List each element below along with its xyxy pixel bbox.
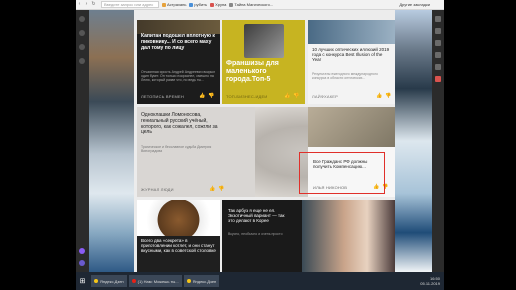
card-image bbox=[302, 200, 395, 272]
highlight-box bbox=[299, 152, 385, 194]
pen-icon[interactable] bbox=[435, 16, 441, 22]
bookmark-2[interactable]: рубить bbox=[189, 2, 207, 7]
like-icon[interactable]: 👍 bbox=[376, 94, 382, 99]
dislike-icon[interactable]: 👎 bbox=[208, 94, 214, 99]
card-image bbox=[137, 200, 220, 236]
task-button[interactable]: Яндекс.Дзен bbox=[91, 275, 127, 287]
marker-icon[interactable] bbox=[435, 40, 441, 46]
feed-card[interactable]: Всего два «секрета» в приготовлении котл… bbox=[137, 200, 220, 272]
card-image bbox=[137, 20, 220, 34]
address-bar[interactable]: Введите запрос или адрес bbox=[101, 1, 159, 8]
pen-icon[interactable] bbox=[435, 28, 441, 34]
system-clock[interactable]: 16:50 05.11.2019 bbox=[420, 276, 440, 286]
browser-toolbar: ‹ › ↻ Введите запрос или адрес Астрахань… bbox=[76, 0, 444, 10]
download-icon[interactable] bbox=[79, 58, 85, 64]
like-icon[interactable]: 👍 bbox=[199, 94, 205, 99]
record-icon[interactable] bbox=[435, 76, 441, 82]
card-title: Так арбуз я еще не ел. Экзотичный вариан… bbox=[228, 208, 285, 224]
wallpaper-right bbox=[395, 10, 432, 272]
folder-icon bbox=[229, 2, 234, 7]
card-source: ЛАЙФХАКЕР bbox=[312, 94, 339, 99]
bookmark-icon bbox=[162, 2, 166, 7]
dislike-icon[interactable]: 👎 bbox=[218, 187, 224, 192]
feed-card[interactable]: 10 лучших оптических иллюзий 2019 года с… bbox=[308, 20, 395, 104]
bookmark-4[interactable]: Тайна Магического... bbox=[229, 2, 273, 7]
dislike-icon[interactable]: 👎 bbox=[385, 94, 391, 99]
bookmark-icon bbox=[210, 2, 215, 7]
card-description: Отчаянная ярость Андрей Андреевич вскрыл… bbox=[141, 70, 216, 83]
shape-icon[interactable] bbox=[435, 64, 441, 70]
back-icon[interactable]: ‹ bbox=[76, 1, 83, 8]
forward-icon[interactable]: › bbox=[83, 1, 90, 8]
card-title: Франшизы для маленького города.Топ-5 bbox=[226, 60, 279, 84]
feed-card[interactable]: Капитан подошел вплотную к пиковнику... … bbox=[137, 20, 220, 104]
youtube-icon bbox=[131, 279, 136, 283]
bookmark-icon[interactable] bbox=[79, 30, 85, 36]
home-icon[interactable] bbox=[79, 16, 85, 22]
other-bookmarks[interactable]: Другие закладки bbox=[399, 2, 430, 7]
feed-card[interactable]: Так арбуз я еще не ел. Экзотичный вариан… bbox=[222, 200, 395, 272]
card-source: ТОП-БИЗНЕС-ИДЕИ bbox=[226, 94, 268, 99]
profile-icon[interactable] bbox=[79, 260, 85, 266]
card-title: Капитан подошел вплотную к пиковнику... … bbox=[141, 33, 215, 51]
card-title: Одноклашки Ломоносова, гениальный русски… bbox=[141, 112, 218, 136]
wallpaper-left bbox=[89, 10, 134, 272]
screen: ‹ › ↻ Введите запрос или адрес Астрахань… bbox=[76, 0, 444, 290]
card-title: Всего два «секрета» в приготовлении котл… bbox=[141, 238, 216, 254]
bookmark-1[interactable]: Астрахань bbox=[162, 2, 186, 7]
dislike-icon[interactable]: 👎 bbox=[293, 94, 299, 99]
card-description: Вкусно, необычно и очень просто bbox=[228, 232, 283, 236]
card-image bbox=[244, 24, 284, 58]
browser-icon bbox=[94, 279, 98, 283]
card-title: 10 лучших оптических иллюзий 2019 года с… bbox=[312, 47, 390, 63]
card-source: ЖУРНАЛ ЛЮДИ bbox=[141, 187, 174, 192]
reload-icon[interactable]: ↻ bbox=[90, 1, 97, 8]
task-button[interactable]: Яндекс.Дзен bbox=[183, 275, 220, 287]
card-image bbox=[308, 107, 395, 147]
start-icon[interactable]: ⊞ bbox=[76, 272, 89, 290]
eraser-icon[interactable] bbox=[435, 52, 441, 58]
like-icon[interactable]: 👍 bbox=[209, 187, 215, 192]
feed-card[interactable]: Франшизы для маленького города.Топ-5 ТОП… bbox=[222, 20, 305, 104]
right-sidebar bbox=[432, 10, 444, 272]
browser-icon bbox=[186, 279, 191, 283]
task-button[interactable]: (1) Нам: Можешь ты... bbox=[128, 275, 182, 287]
history-icon[interactable] bbox=[79, 44, 85, 50]
card-description: Трагическое и бесславное судьба Дмитрия … bbox=[141, 145, 212, 154]
like-icon[interactable]: 👍 bbox=[284, 94, 290, 99]
alice-icon[interactable] bbox=[79, 248, 85, 254]
bookmark-3[interactable]: Хрупа bbox=[210, 2, 226, 7]
card-source: ЛЕТОПИСЬ ВРЕМЕН bbox=[141, 94, 184, 99]
left-sidebar bbox=[76, 10, 89, 272]
taskbar: ⊞ Яндекс.Дзен (1) Нам: Можешь ты... Янде… bbox=[76, 272, 444, 290]
bookmark-icon bbox=[189, 2, 194, 7]
card-description: Результаты ежегодного международного кон… bbox=[312, 72, 378, 81]
card-image bbox=[308, 20, 395, 44]
